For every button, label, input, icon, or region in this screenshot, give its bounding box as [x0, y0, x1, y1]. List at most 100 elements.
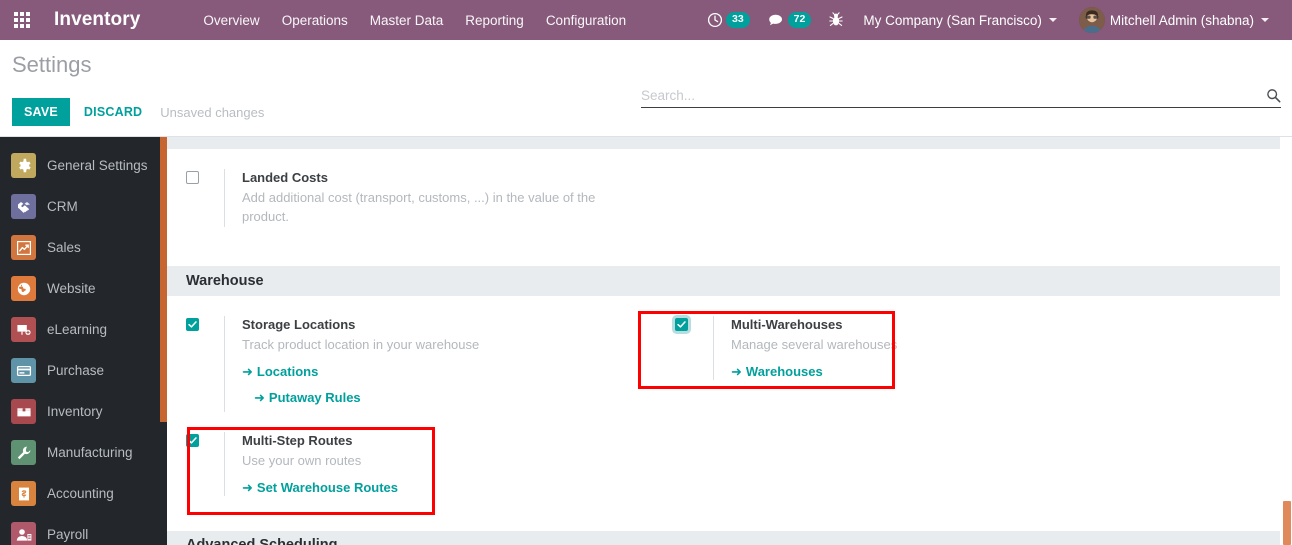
arrow-right-icon: ➜	[254, 390, 265, 406]
link-set-warehouse-routes[interactable]: ➜ Set Warehouse Routes	[242, 480, 398, 496]
activities-count-badge: 33	[725, 12, 750, 28]
chart-up-icon	[11, 235, 36, 260]
arrow-right-icon: ➜	[242, 480, 253, 496]
top-navbar: Inventory Overview Operations Master Dat…	[0, 0, 1292, 40]
section-header-label: Advanced Scheduling	[186, 537, 338, 545]
setting-storage-locations: Storage Locations Track product location…	[186, 315, 641, 412]
page-scrollbar-thumb[interactable]	[1283, 501, 1291, 545]
arrow-right-icon: ➜	[731, 364, 742, 380]
search-input[interactable]	[641, 88, 1266, 103]
settings-block-warehouse: Storage Locations Track product location…	[167, 296, 1292, 497]
unsaved-changes-status: Unsaved changes	[160, 104, 265, 120]
sidebar-item-label: Payroll	[47, 527, 89, 542]
gear-icon	[11, 153, 36, 178]
link-label: Locations	[256, 364, 319, 380]
previous-section-header-cutoff	[167, 137, 1280, 149]
setting-body: Storage Locations Track product location…	[224, 315, 479, 412]
sidebar-item-label: General Settings	[47, 158, 148, 173]
section-header-warehouse: Warehouse	[167, 265, 1280, 296]
sidebar-item-inventory[interactable]: Inventory	[0, 391, 167, 432]
checkbox-wrapper	[186, 316, 224, 331]
setting-row: Multi-Step Routes Use your own routes ➜ S…	[186, 431, 1292, 497]
settings-sidebar: General Settings CRM Sales Website eLear	[0, 137, 167, 545]
link-locations[interactable]: ➜ Locations	[242, 364, 479, 380]
sidebar-item-general-settings[interactable]: General Settings	[0, 145, 167, 186]
setting-title: Multi-Step Routes	[242, 432, 353, 448]
user-label: Mitchell Admin (shabna)	[1109, 12, 1254, 28]
section-header-advanced-scheduling: Advanced Scheduling	[167, 531, 1280, 545]
app-brand-inventory[interactable]: Inventory	[44, 9, 144, 31]
user-menu[interactable]: Mitchell Admin (shabna)	[1068, 0, 1280, 40]
multi-warehouses-checkbox[interactable]	[675, 317, 688, 331]
menu-item-master-data[interactable]: Master Data	[359, 3, 455, 38]
employee-icon	[11, 522, 36, 545]
debug-button[interactable]	[820, 0, 852, 40]
setting-body: Landed Costs Add additional cost (transp…	[224, 169, 602, 227]
menu-item-configuration[interactable]: Configuration	[535, 3, 637, 38]
setting-body: Multi-Step Routes Use your own routes ➜ S…	[224, 431, 398, 497]
settings-block-valuation: Landed Costs Add additional cost (transp…	[167, 149, 1292, 227]
setting-title: Multi-Warehouses	[731, 316, 843, 332]
link-label: Putaway Rules	[268, 390, 361, 406]
checkbox-wrapper	[186, 169, 224, 184]
link-label: Set Warehouse Routes	[256, 480, 399, 496]
activities-button[interactable]: 33	[698, 0, 759, 40]
setting-multi-step-routes: Multi-Step Routes Use your own routes ➜ S…	[186, 431, 641, 497]
control-panel: Settings SAVE DISCARD Unsaved changes	[0, 40, 1292, 137]
setting-description: Add additional cost (transport, customs,…	[242, 189, 596, 225]
sidebar-item-label: Sales	[47, 240, 81, 255]
menu-item-reporting[interactable]: Reporting	[454, 3, 535, 38]
menu-item-overview[interactable]: Overview	[192, 3, 270, 38]
sidebar-item-sales[interactable]: Sales	[0, 227, 167, 268]
setting-landed-costs: Landed Costs Add additional cost (transp…	[186, 169, 706, 227]
page-title: Settings	[12, 52, 92, 77]
setting-description: Use your own routes	[242, 452, 362, 468]
chat-bubble-icon	[768, 13, 785, 28]
card-icon	[11, 358, 36, 383]
sidebar-item-label: Accounting	[47, 486, 114, 501]
landed-costs-checkbox[interactable]	[186, 171, 199, 184]
settings-content: Landed Costs Add additional cost (transp…	[167, 137, 1292, 545]
invoice-icon	[11, 481, 36, 506]
sidebar-item-accounting[interactable]: Accounting	[0, 473, 167, 514]
sidebar-item-label: Inventory	[47, 404, 103, 419]
setting-title: Landed Costs	[242, 170, 328, 185]
discard-button[interactable]: DISCARD	[70, 98, 156, 126]
checkbox-wrapper	[186, 432, 224, 447]
messages-button[interactable]: 72	[759, 0, 821, 40]
search-bar[interactable]	[641, 88, 1281, 108]
navbar-systray: 33 72 My Company (San Francisco) Mitchel…	[698, 0, 1292, 40]
company-label: My Company (San Francisco)	[863, 12, 1042, 28]
sidebar-item-payroll[interactable]: Payroll	[0, 514, 167, 545]
sidebar-item-crm[interactable]: CRM	[0, 186, 167, 227]
apps-menu-button[interactable]	[0, 0, 44, 40]
search-icon[interactable]	[1266, 88, 1281, 103]
multi-step-routes-checkbox[interactable]	[186, 433, 199, 447]
menu-item-operations[interactable]: Operations	[271, 3, 359, 38]
sidebar-item-elearning[interactable]: eLearning	[0, 309, 167, 350]
save-button[interactable]: SAVE	[12, 98, 70, 126]
sidebar-item-website[interactable]: Website	[0, 268, 167, 309]
setting-multi-warehouses: Multi-Warehouses Manage several warehous…	[641, 315, 941, 381]
presentation-icon	[11, 317, 36, 342]
sidebar-item-purchase[interactable]: Purchase	[0, 350, 167, 391]
avatar	[1078, 7, 1105, 33]
main-menu: Overview Operations Master Data Reportin…	[192, 3, 637, 38]
sidebar-scrollbar[interactable]	[160, 137, 167, 422]
setting-title: Storage Locations	[242, 316, 356, 332]
setting-description: Manage several warehouses	[731, 336, 898, 352]
handshake-icon	[11, 194, 36, 219]
form-action-buttons: SAVE DISCARD Unsaved changes	[12, 98, 264, 136]
link-putaway-rules[interactable]: ➜ Putaway Rules	[254, 390, 479, 406]
bug-icon	[829, 12, 844, 28]
setting-row: Storage Locations Track product location…	[186, 315, 1292, 412]
sidebar-item-manufacturing[interactable]: Manufacturing	[0, 432, 167, 473]
clock-icon	[707, 12, 723, 28]
setting-body: Multi-Warehouses Manage several warehous…	[713, 315, 898, 381]
link-label: Warehouses	[745, 364, 823, 380]
link-warehouses[interactable]: ➜ Warehouses	[731, 364, 897, 380]
sidebar-item-label: Manufacturing	[47, 445, 133, 460]
storage-locations-checkbox[interactable]	[186, 317, 199, 331]
page-scrollbar-track[interactable]	[1280, 137, 1292, 545]
company-switcher[interactable]: My Company (San Francisco)	[852, 0, 1068, 40]
